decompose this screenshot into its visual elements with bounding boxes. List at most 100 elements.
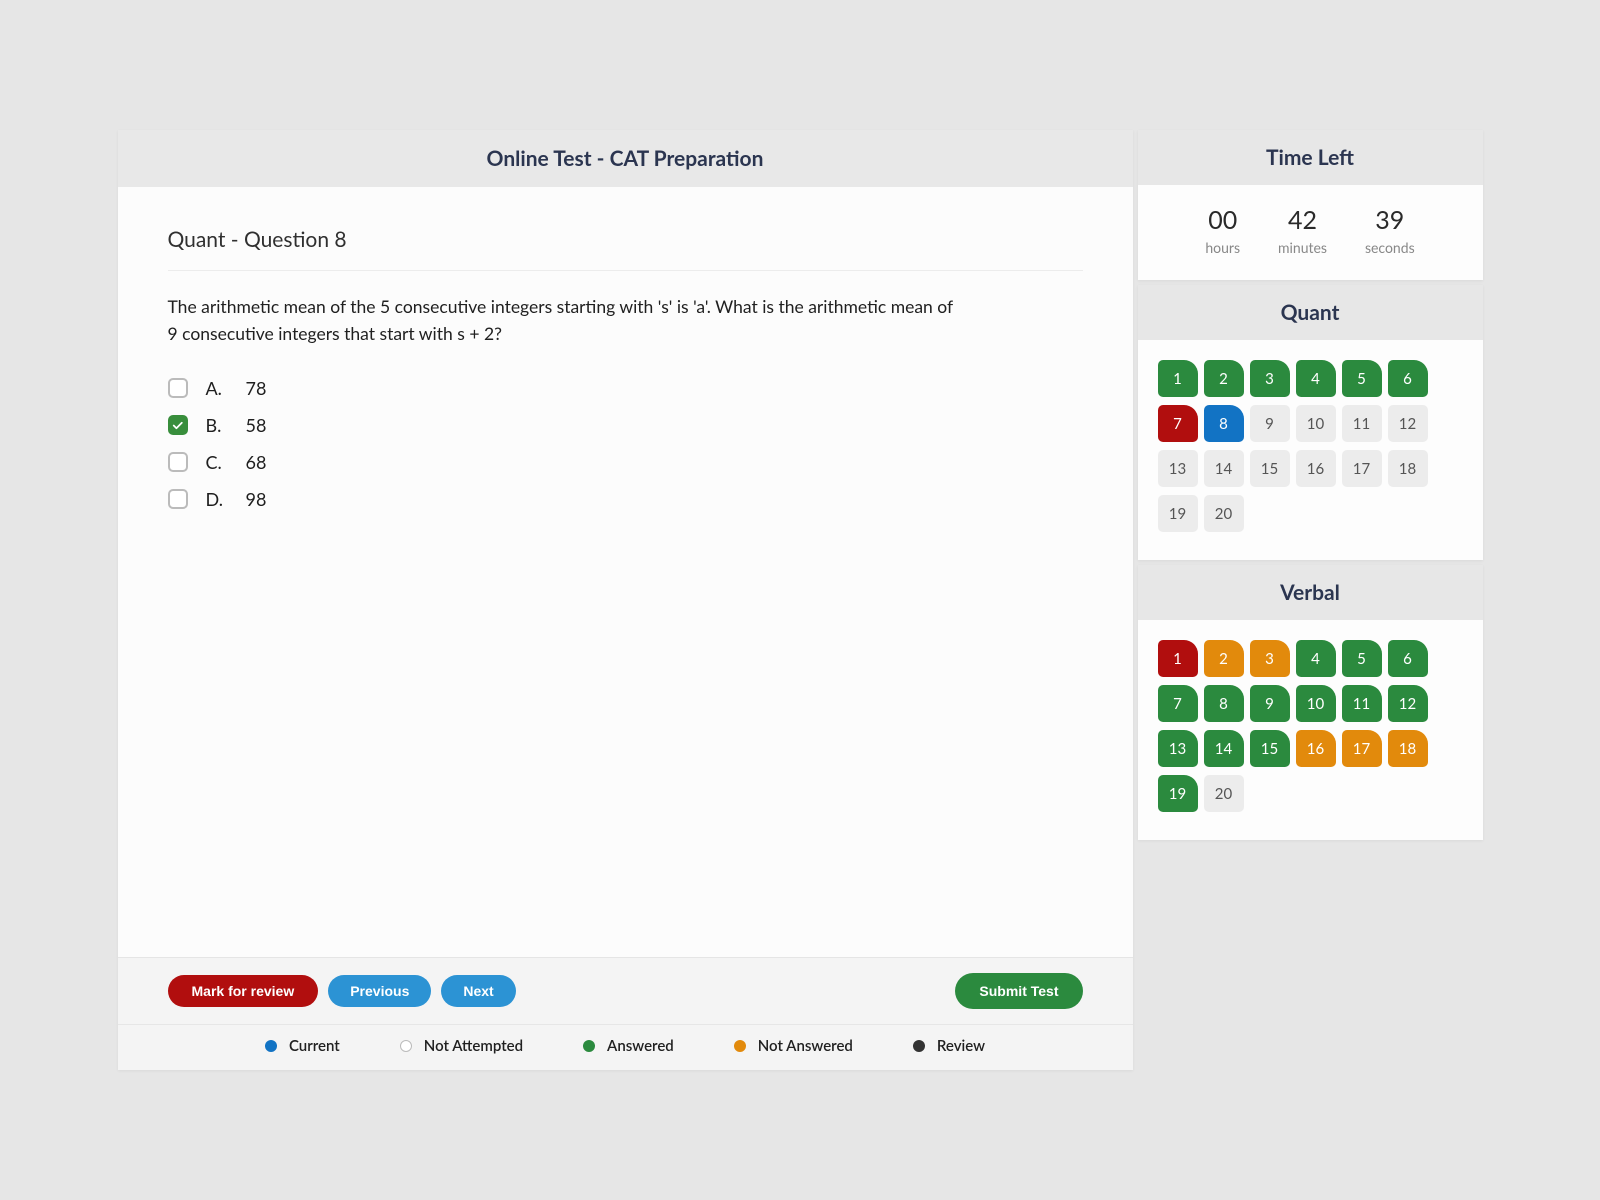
question-cell[interactable]: 2 bbox=[1204, 640, 1244, 677]
legend-label: Current bbox=[289, 1037, 340, 1055]
option-row[interactable]: D.98 bbox=[168, 488, 1083, 510]
previous-button[interactable]: Previous bbox=[328, 975, 431, 1007]
option-text: 58 bbox=[246, 414, 267, 436]
option-letter: A. bbox=[206, 377, 228, 399]
section-title: Quant bbox=[1138, 285, 1483, 340]
next-button[interactable]: Next bbox=[441, 975, 515, 1007]
question-cell[interactable]: 8 bbox=[1204, 405, 1244, 442]
question-cell[interactable]: 3 bbox=[1250, 360, 1290, 397]
app-root: Online Test - CAT Preparation Quant - Qu… bbox=[118, 130, 1483, 1070]
nav-button-group: Mark for review Previous Next bbox=[168, 975, 516, 1007]
dot-icon bbox=[265, 1040, 277, 1052]
option-checkbox[interactable] bbox=[168, 489, 188, 509]
question-cell[interactable]: 9 bbox=[1250, 685, 1290, 722]
option-letter: C. bbox=[206, 451, 228, 473]
mark-review-button[interactable]: Mark for review bbox=[168, 975, 319, 1007]
timer-hours: 00 hours bbox=[1205, 205, 1240, 256]
timer-seconds-value: 39 bbox=[1365, 205, 1415, 235]
dot-icon bbox=[400, 1040, 412, 1052]
question-cell[interactable]: 6 bbox=[1388, 360, 1428, 397]
main-title: Online Test - CAT Preparation bbox=[118, 130, 1133, 187]
timer-title: Time Left bbox=[1138, 130, 1483, 185]
timer-seconds: 39 seconds bbox=[1365, 205, 1415, 256]
timer-seconds-label: seconds bbox=[1365, 239, 1415, 256]
legend-current: Current bbox=[265, 1037, 340, 1055]
side-panel: Time Left 00 hours 42 minutes 39 seconds… bbox=[1138, 130, 1483, 1070]
question-cell[interactable]: 16 bbox=[1296, 730, 1336, 767]
question-cell[interactable]: 7 bbox=[1158, 685, 1198, 722]
option-letter: B. bbox=[206, 414, 228, 436]
question-text: The arithmetic mean of the 5 consecutive… bbox=[168, 293, 958, 347]
footer-actions: Mark for review Previous Next Submit Tes… bbox=[118, 958, 1133, 1025]
question-cell[interactable]: 11 bbox=[1342, 685, 1382, 722]
dot-icon bbox=[913, 1040, 925, 1052]
question-cell[interactable]: 2 bbox=[1204, 360, 1244, 397]
section-title: Verbal bbox=[1138, 565, 1483, 620]
question-cell[interactable]: 19 bbox=[1158, 495, 1198, 532]
question-cell[interactable]: 13 bbox=[1158, 730, 1198, 767]
question-cell[interactable]: 12 bbox=[1388, 405, 1428, 442]
sections-mount: Quant1234567891011121314151617181920Verb… bbox=[1138, 285, 1483, 840]
question-cell[interactable]: 16 bbox=[1296, 450, 1336, 487]
question-cell[interactable]: 18 bbox=[1388, 730, 1428, 767]
question-cell[interactable]: 8 bbox=[1204, 685, 1244, 722]
main-panel: Online Test - CAT Preparation Quant - Qu… bbox=[118, 130, 1133, 1070]
legend-label: Not Attempted bbox=[424, 1037, 523, 1055]
option-row[interactable]: A. 78 bbox=[168, 377, 1083, 399]
question-cell[interactable]: 17 bbox=[1342, 730, 1382, 767]
legend-not-answered: Not Answered bbox=[734, 1037, 853, 1055]
option-text: 78 bbox=[246, 377, 267, 399]
question-cell[interactable]: 10 bbox=[1296, 405, 1336, 442]
question-cell[interactable]: 3 bbox=[1250, 640, 1290, 677]
question-area: Quant - Question 8 The arithmetic mean o… bbox=[118, 187, 1133, 957]
timer-minutes-label: minutes bbox=[1278, 239, 1327, 256]
option-checkbox[interactable] bbox=[168, 378, 188, 398]
question-cell[interactable]: 12 bbox=[1388, 685, 1428, 722]
question-cell[interactable]: 15 bbox=[1250, 730, 1290, 767]
section-panel: Verbal1234567891011121314151617181920 bbox=[1138, 565, 1483, 840]
question-cell[interactable]: 11 bbox=[1342, 405, 1382, 442]
legend-not-attempted: Not Attempted bbox=[400, 1037, 523, 1055]
question-cell[interactable]: 1 bbox=[1158, 640, 1198, 677]
question-cell[interactable]: 14 bbox=[1204, 450, 1244, 487]
question-cell[interactable]: 5 bbox=[1342, 360, 1382, 397]
timer-hours-label: hours bbox=[1205, 239, 1240, 256]
question-cell[interactable]: 1 bbox=[1158, 360, 1198, 397]
question-cell[interactable]: 9 bbox=[1250, 405, 1290, 442]
question-cell[interactable]: 6 bbox=[1388, 640, 1428, 677]
question-title: Quant - Question 8 bbox=[168, 227, 1083, 271]
timer-hours-value: 00 bbox=[1205, 205, 1240, 235]
question-cell[interactable]: 4 bbox=[1296, 360, 1336, 397]
question-cell[interactable]: 14 bbox=[1204, 730, 1244, 767]
timer-panel: Time Left 00 hours 42 minutes 39 seconds bbox=[1138, 130, 1483, 280]
question-cell[interactable]: 15 bbox=[1250, 450, 1290, 487]
question-cell[interactable]: 4 bbox=[1296, 640, 1336, 677]
question-cell[interactable]: 18 bbox=[1388, 450, 1428, 487]
legend-label: Answered bbox=[607, 1037, 674, 1055]
question-cell[interactable]: 7 bbox=[1158, 405, 1198, 442]
question-cell[interactable]: 10 bbox=[1296, 685, 1336, 722]
question-cell[interactable]: 19 bbox=[1158, 775, 1198, 812]
option-checkbox[interactable] bbox=[168, 452, 188, 472]
question-grid: 1234567891011121314151617181920 bbox=[1138, 340, 1483, 560]
question-cell[interactable]: 20 bbox=[1204, 775, 1244, 812]
submit-test-button[interactable]: Submit Test bbox=[955, 973, 1082, 1009]
legend-label: Not Answered bbox=[758, 1037, 853, 1055]
option-row[interactable]: B. 58 bbox=[168, 414, 1083, 436]
question-grid: 1234567891011121314151617181920 bbox=[1138, 620, 1483, 840]
question-cell[interactable]: 5 bbox=[1342, 640, 1382, 677]
question-cell[interactable]: 20 bbox=[1204, 495, 1244, 532]
legend: Current Not Attempted Answered Not Answe… bbox=[118, 1025, 1133, 1070]
option-text: 98 bbox=[246, 488, 267, 510]
option-text: 68 bbox=[246, 451, 267, 473]
timer-minutes: 42 minutes bbox=[1278, 205, 1327, 256]
option-row[interactable]: C. 68 bbox=[168, 451, 1083, 473]
options-list: A. 78 B. 58 C. 68 D.98 bbox=[168, 377, 1083, 510]
option-checkbox[interactable] bbox=[168, 415, 188, 435]
question-cell[interactable]: 17 bbox=[1342, 450, 1382, 487]
dot-icon bbox=[583, 1040, 595, 1052]
legend-label: Review bbox=[937, 1037, 985, 1055]
check-icon bbox=[171, 419, 184, 432]
section-panel: Quant1234567891011121314151617181920 bbox=[1138, 285, 1483, 560]
question-cell[interactable]: 13 bbox=[1158, 450, 1198, 487]
